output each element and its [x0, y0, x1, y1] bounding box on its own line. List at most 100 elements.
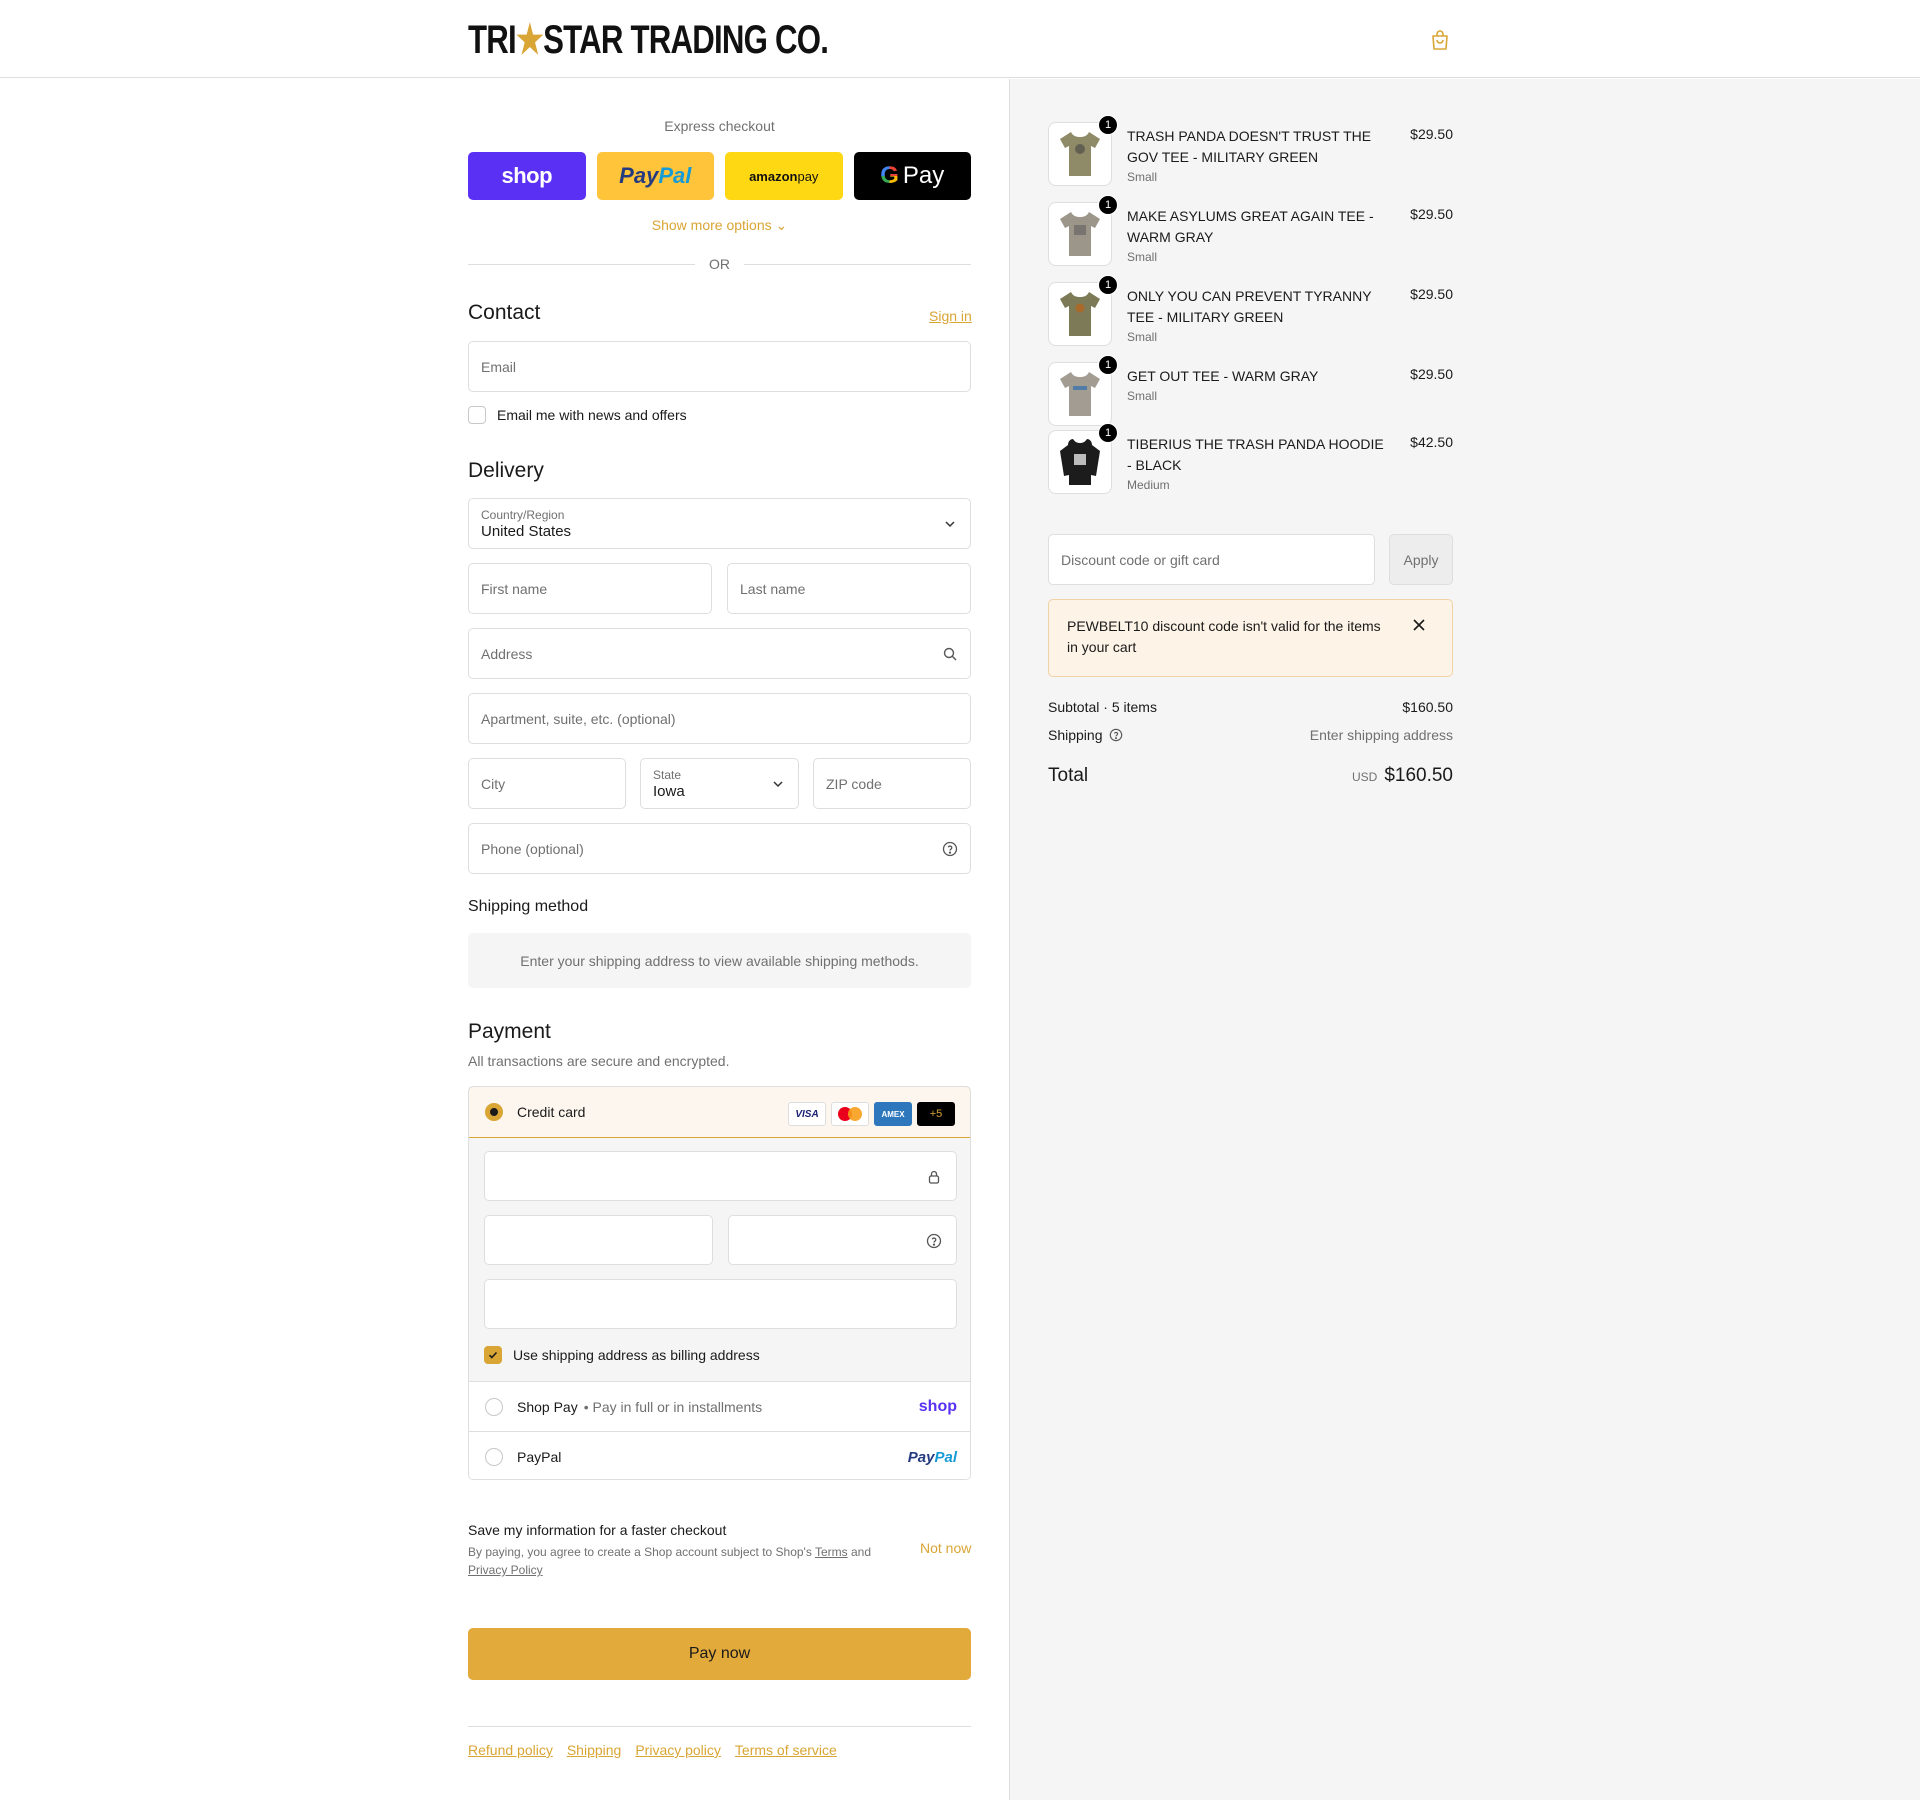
help-circle-icon[interactable]: [1109, 728, 1123, 742]
payment-title: Payment: [468, 1020, 551, 1043]
phone-placeholder: Phone (optional): [481, 840, 584, 857]
total-value: $160.50: [1384, 765, 1453, 786]
or-divider: OR: [468, 255, 971, 273]
logo-star-icon: ★: [515, 18, 544, 62]
item-price: $29.50: [1410, 206, 1453, 222]
mastercard-icon: [831, 1102, 869, 1126]
product-thumbnail: 1: [1048, 355, 1118, 426]
news-offers-checkbox[interactable]: [468, 406, 486, 424]
apartment-field[interactable]: Apartment, suite, etc. (optional): [468, 693, 971, 744]
currency-code: USD: [1351, 770, 1378, 784]
store-logo[interactable]: TRI★STAR TRADING CO.: [468, 18, 930, 62]
discount-code-field[interactable]: Discount code or gift card: [1048, 534, 1375, 585]
lock-icon: [928, 1170, 940, 1184]
billing-address-checkbox[interactable]: [484, 1346, 502, 1364]
paypal-logo-a: Pay: [907, 1448, 935, 1466]
divider-line: [744, 263, 971, 265]
help-circle-icon[interactable]: [926, 1233, 942, 1249]
address-field[interactable]: Address: [468, 628, 971, 679]
billing-address-checkbox-row[interactable]: Use shipping address as billing address: [484, 1346, 760, 1364]
shopping-bag-icon[interactable]: [1428, 28, 1452, 52]
quantity-badge: 1: [1098, 275, 1118, 295]
phone-field[interactable]: Phone (optional): [468, 823, 971, 874]
close-icon[interactable]: [1412, 618, 1426, 632]
save-info-description: By paying, you agree to create a Shop ac…: [468, 1543, 888, 1579]
help-circle-icon[interactable]: [942, 841, 958, 857]
item-name-block: MAKE ASYLUMS GREAT AGAIN TEE - WARM GRAY…: [1127, 206, 1392, 266]
chevron-down-icon: [945, 520, 955, 527]
shop-pay-label: shop: [501, 163, 553, 188]
google-g-icon: G: [880, 162, 899, 189]
city-field[interactable]: City: [468, 758, 626, 809]
not-now-button[interactable]: Not now: [920, 1540, 971, 1556]
card-number-field[interactable]: [484, 1151, 957, 1201]
country-select[interactable]: Country/Region United States: [468, 498, 971, 549]
zip-placeholder: ZIP code: [826, 775, 882, 792]
express-checkout-title: Express checkout: [664, 118, 775, 134]
express-checkout-buttons: shop Pay Pal amazon pay G Pay: [468, 152, 971, 200]
save-info-text-a: By paying, you agree to create a Shop ac…: [468, 1545, 815, 1559]
hoodie-icon: [1060, 439, 1100, 485]
delivery-title: Delivery: [468, 459, 544, 482]
pay-now-button[interactable]: Pay now: [468, 1628, 971, 1680]
show-more-options-link[interactable]: Show more options ⌄: [468, 217, 971, 234]
item-name-block: TRASH PANDA DOESN'T TRUST THE GOV TEE - …: [1127, 126, 1392, 186]
chevron-down-icon: [773, 780, 783, 787]
name-on-card-field[interactable]: [484, 1279, 957, 1329]
item-name-block: TIBERIUS THE TRASH PANDA HOODIE - BLACK …: [1127, 434, 1392, 494]
sign-in-link[interactable]: Sign in: [929, 308, 972, 324]
state-select[interactable]: State Iowa: [640, 758, 799, 809]
first-name-placeholder: First name: [481, 580, 548, 597]
save-info-title: Save my information for a faster checkou…: [468, 1522, 727, 1538]
city-placeholder: City: [481, 775, 506, 792]
total-value-group: USD $160.50: [1352, 765, 1453, 787]
alert-message: PEWBELT10 discount code isn't valid for …: [1067, 618, 1381, 655]
country-label: Country/Region: [481, 507, 565, 522]
email-placeholder: Email: [481, 358, 517, 375]
total-row: Total USD $160.50: [1048, 765, 1453, 787]
refund-policy-link[interactable]: Refund policy: [468, 1742, 553, 1758]
cart-item: 1 TIBERIUS THE TRASH PANDA HOODIE - BLAC…: [1048, 423, 1453, 510]
total-label: Total: [1048, 765, 1089, 786]
shipping-label-group: Shipping: [1048, 727, 1123, 743]
shop-pay-radio[interactable]: [485, 1397, 503, 1416]
discount-placeholder: Discount code or gift card: [1061, 551, 1220, 568]
amazon-pay-express-button[interactable]: amazon pay: [725, 152, 843, 200]
state-value: Iowa: [653, 782, 685, 800]
google-pay-label: Pay: [902, 162, 945, 189]
paypal-label-a: Pay: [619, 163, 659, 188]
google-pay-express-button[interactable]: G Pay: [853, 152, 971, 200]
amazon-label-b: pay: [797, 168, 819, 184]
email-field[interactable]: Email: [468, 341, 971, 392]
country-value: United States: [481, 522, 572, 540]
shipping-policy-link[interactable]: Shipping: [567, 1742, 622, 1758]
privacy-policy-link[interactable]: Privacy policy: [635, 1742, 721, 1758]
last-name-field[interactable]: Last name: [727, 563, 971, 614]
zip-field[interactable]: ZIP code: [813, 758, 971, 809]
paypal-express-button[interactable]: Pay Pal: [596, 152, 714, 200]
product-thumbnail: 1: [1048, 195, 1118, 266]
expiration-date-field[interactable]: [484, 1215, 713, 1265]
shop-pay-express-button[interactable]: shop: [468, 152, 586, 200]
security-code-field[interactable]: [728, 1215, 957, 1265]
footer-divider: [468, 1726, 971, 1727]
terms-of-service-link[interactable]: Terms of service: [735, 1742, 837, 1758]
paypal-radio[interactable]: [485, 1448, 503, 1466]
shipping-method-text: Enter your shipping address to view avai…: [520, 952, 919, 969]
subtotal-row: Subtotal · 5 items $160.50: [1048, 699, 1453, 715]
first-name-field[interactable]: First name: [468, 563, 712, 614]
shop-privacy-link[interactable]: Privacy Policy: [468, 1563, 543, 1577]
header: TRI★STAR TRADING CO.: [0, 0, 1920, 78]
news-offers-checkbox-row[interactable]: Email me with news and offers: [468, 406, 687, 424]
apply-discount-button[interactable]: Apply: [1389, 534, 1453, 585]
credit-card-label: Credit card: [517, 1104, 586, 1120]
shop-pay-option[interactable]: Shop Pay • Pay in full or in installment…: [469, 1382, 970, 1432]
tshirt-icon: [1060, 212, 1100, 256]
paypal-option[interactable]: PayPal PayPal: [469, 1432, 970, 1479]
contact-title: Contact: [468, 301, 541, 324]
credit-card-option[interactable]: Credit card VISA AMEX +5: [469, 1087, 970, 1138]
credit-card-radio[interactable]: [485, 1103, 503, 1121]
item-name: TRASH PANDA DOESN'T TRUST THE GOV TEE - …: [1127, 128, 1372, 165]
payment-methods: Credit card VISA AMEX +5 Use shipping ad…: [468, 1086, 971, 1480]
shop-terms-link[interactable]: Terms: [815, 1545, 848, 1559]
